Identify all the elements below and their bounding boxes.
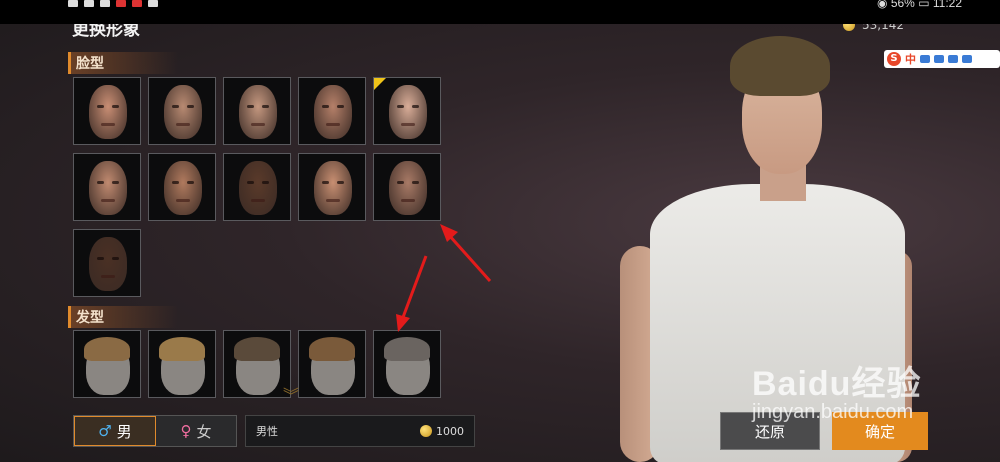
face-thumbnail	[164, 85, 202, 139]
male-icon: ♂	[98, 422, 112, 440]
ime-mode: 中	[905, 53, 916, 66]
page-title: 更换形象	[72, 24, 140, 40]
hair-option[interactable]	[73, 330, 141, 398]
watermark-url: jingyan.baidu.com	[752, 401, 914, 423]
section-hair: 发型	[68, 306, 178, 328]
face-option[interactable]	[148, 153, 216, 221]
hair-thumbnail	[84, 337, 130, 395]
watermark-brand: Baidu经验	[752, 365, 922, 403]
price-label: 男性	[256, 425, 278, 438]
gender-female-button[interactable]: ♀ 女	[156, 416, 236, 446]
face-option[interactable]	[73, 229, 141, 297]
gender-male-button[interactable]: ♂ 男	[74, 416, 156, 446]
face-option[interactable]	[298, 77, 366, 145]
notification-icons	[68, 0, 158, 8]
face-option[interactable]	[298, 153, 366, 221]
price-value: 1000	[436, 424, 464, 438]
hair-option[interactable]	[373, 330, 441, 398]
scroll-down-icon[interactable]: ︾	[283, 382, 299, 406]
app-icon	[116, 0, 126, 7]
face-option[interactable]	[73, 77, 141, 145]
ime-tool-icon	[920, 55, 930, 63]
face-option[interactable]	[373, 77, 441, 145]
wifi-icon	[84, 0, 94, 7]
face-thumbnail	[239, 161, 277, 215]
customize-scene: 更换形象 脸型 发型 ︾ ♂ 男 ♀ 女 男性 1000 53,142 S 中 …	[0, 24, 1000, 462]
face-thumbnail	[164, 161, 202, 215]
signal-icon	[68, 0, 78, 7]
gender-female-label: 女	[196, 422, 212, 441]
face-thumbnail	[314, 161, 352, 215]
status-right: ◉ 56% ▭ 11:22	[877, 0, 962, 10]
sogou-icon: S	[887, 52, 901, 66]
currency-amount: 53,142	[862, 24, 904, 32]
hair-thumbnail	[234, 337, 280, 395]
ime-toolbar[interactable]: S 中	[884, 50, 1000, 68]
character-hair	[730, 36, 830, 96]
hair-option[interactable]	[223, 330, 291, 398]
face-option[interactable]	[223, 77, 291, 145]
baidu-watermark: Baidu经验 jingyan.baidu.com	[752, 356, 921, 424]
section-face: 脸型	[68, 52, 178, 74]
currency: 53,142	[843, 24, 904, 32]
gender-toggle: ♂ 男 ♀ 女	[73, 415, 237, 447]
face-thumbnail	[389, 161, 427, 215]
face-option[interactable]	[223, 153, 291, 221]
hair-thumbnail	[159, 337, 205, 395]
ime-tool-icon	[962, 55, 972, 63]
hair-thumbnail	[384, 337, 430, 395]
price-bar: 男性 1000	[245, 415, 475, 447]
face-thumbnail	[89, 161, 127, 215]
coin-icon	[843, 24, 855, 31]
hair-option[interactable]	[298, 330, 366, 398]
section-hair-label: 发型	[76, 310, 104, 326]
status-bar: ◉ 56% ▭ 11:22	[0, 0, 1000, 24]
app-icon	[100, 0, 110, 7]
face-thumbnail	[239, 85, 277, 139]
hair-option[interactable]	[148, 330, 216, 398]
female-icon: ♀	[180, 422, 192, 440]
face-thumbnail	[314, 85, 352, 139]
coin-icon	[420, 425, 432, 437]
face-option[interactable]	[148, 77, 216, 145]
hair-thumbnail	[309, 337, 355, 395]
section-face-label: 脸型	[76, 56, 104, 72]
app-icon	[148, 0, 158, 7]
face-thumbnail	[389, 85, 427, 139]
face-option[interactable]	[73, 153, 141, 221]
face-thumbnail	[89, 85, 127, 139]
face-option[interactable]	[373, 153, 441, 221]
keyboard-icon	[948, 55, 958, 63]
ime-tool-icon	[934, 55, 944, 63]
gender-male-label: 男	[116, 422, 132, 441]
face-thumbnail	[89, 237, 127, 291]
app-icon	[132, 0, 142, 7]
